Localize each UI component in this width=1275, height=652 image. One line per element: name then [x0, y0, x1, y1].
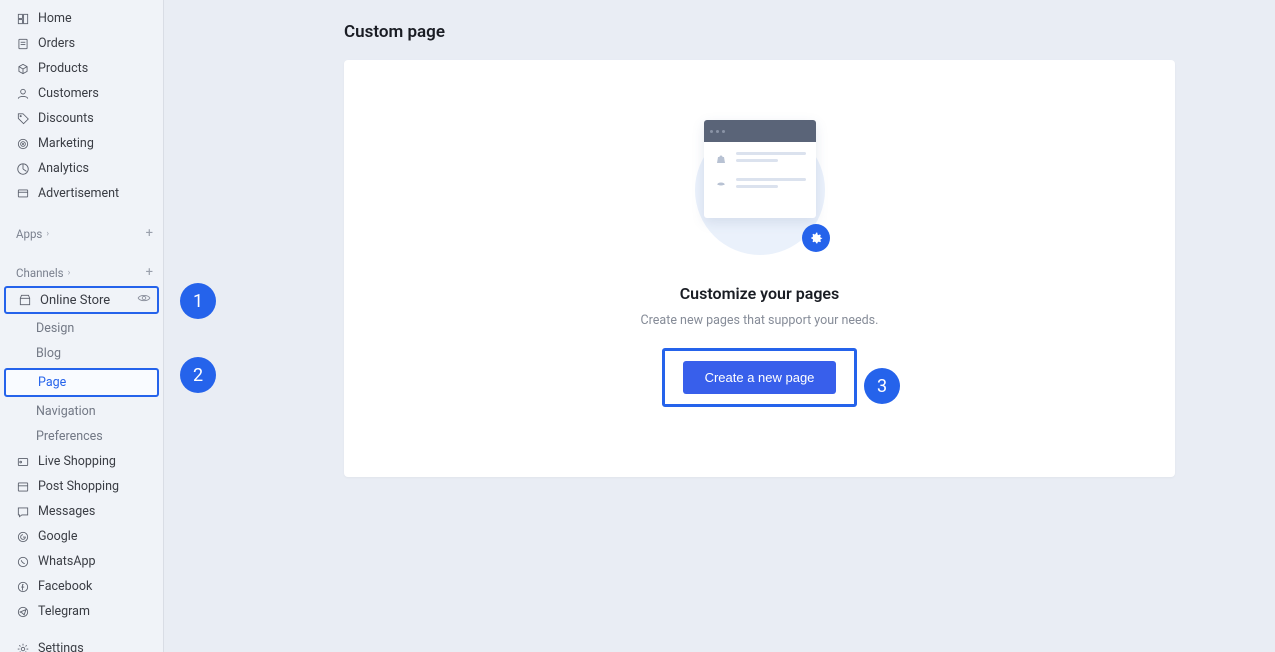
sidebar-item-google[interactable]: Google	[0, 524, 163, 549]
sidebar-item-telegram[interactable]: Telegram	[0, 599, 163, 624]
create-button-highlight: Create a new page	[662, 348, 858, 407]
sidebar-item-facebook[interactable]: Facebook	[0, 574, 163, 599]
products-icon	[16, 62, 30, 76]
step-badge-2: 2	[180, 357, 216, 393]
sidebar: Home Orders Products Customers Discounts…	[0, 0, 164, 652]
store-icon	[18, 293, 32, 307]
add-channel-button[interactable]: +	[146, 265, 153, 280]
add-app-button[interactable]: +	[146, 226, 153, 241]
sidebar-item-label: Orders	[38, 36, 75, 51]
facebook-icon	[16, 580, 30, 594]
sub-item-page[interactable]: Page	[4, 368, 159, 397]
sidebar-item-label: Facebook	[38, 579, 92, 594]
card-description: Create new pages that support your needs…	[641, 313, 879, 328]
main-content: Custom page	[164, 0, 1275, 652]
sidebar-item-marketing[interactable]: Marketing	[0, 131, 163, 156]
card-heading: Customize your pages	[680, 284, 840, 303]
step-badge-1: 1	[180, 283, 216, 319]
sidebar-item-label: Analytics	[38, 161, 89, 176]
sidebar-item-label: Marketing	[38, 136, 94, 151]
sidebar-item-home[interactable]: Home	[0, 6, 163, 31]
sub-item-blog[interactable]: Blog	[0, 341, 163, 366]
section-apps[interactable]: Apps › +	[0, 222, 163, 245]
messages-icon	[16, 505, 30, 519]
discounts-icon	[16, 112, 30, 126]
google-icon	[16, 530, 30, 544]
gear-icon	[16, 642, 30, 652]
sidebar-item-products[interactable]: Products	[0, 56, 163, 81]
sidebar-item-whatsapp[interactable]: WhatsApp	[0, 549, 163, 574]
post-icon	[16, 480, 30, 494]
sidebar-item-label: Advertisement	[38, 186, 119, 201]
sub-item-design[interactable]: Design	[0, 316, 163, 341]
live-icon	[16, 455, 30, 469]
sidebar-item-messages[interactable]: Messages	[0, 499, 163, 524]
chevron-right-icon: ›	[68, 268, 71, 278]
analytics-icon	[16, 162, 30, 176]
sidebar-item-label: Live Shopping	[38, 454, 116, 469]
sidebar-item-label: Messages	[38, 504, 95, 519]
sidebar-item-advertisement[interactable]: Advertisement	[0, 181, 163, 206]
illustration	[690, 120, 830, 260]
sidebar-item-label: Post Shopping	[38, 479, 119, 494]
empty-state-card: Customize your pages Create new pages th…	[344, 60, 1175, 477]
sidebar-item-label: WhatsApp	[38, 554, 96, 569]
telegram-icon	[16, 605, 30, 619]
sidebar-item-label: Google	[38, 529, 77, 544]
sidebar-item-label: Customers	[38, 86, 99, 101]
sidebar-item-label: Home	[38, 11, 72, 26]
section-label: Apps	[16, 227, 42, 241]
create-new-page-button[interactable]: Create a new page	[683, 361, 837, 394]
sidebar-item-post-shopping[interactable]: Post Shopping	[0, 474, 163, 499]
advertisement-icon	[16, 187, 30, 201]
whatsapp-icon	[16, 555, 30, 569]
sub-item-preferences[interactable]: Preferences	[0, 424, 163, 449]
sidebar-item-label: Telegram	[38, 604, 90, 619]
orders-icon	[16, 37, 30, 51]
marketing-icon	[16, 137, 30, 151]
sidebar-item-label: Settings	[38, 641, 84, 652]
sidebar-item-label: Online Store	[40, 293, 110, 308]
sidebar-item-label: Products	[38, 61, 88, 76]
eye-icon[interactable]	[137, 291, 151, 309]
sidebar-item-live-shopping[interactable]: Live Shopping	[0, 449, 163, 474]
home-icon	[16, 12, 30, 26]
sidebar-item-online-store[interactable]: Online Store	[4, 286, 159, 314]
sidebar-item-analytics[interactable]: Analytics	[0, 156, 163, 181]
chevron-right-icon: ›	[46, 229, 49, 239]
section-label: Channels	[16, 266, 64, 280]
sidebar-item-label: Discounts	[38, 111, 94, 126]
step-badge-3: 3	[864, 368, 900, 404]
page-title: Custom page	[184, 0, 1255, 60]
sidebar-item-settings[interactable]: Settings	[0, 636, 163, 652]
customers-icon	[16, 87, 30, 101]
section-channels[interactable]: Channels › +	[0, 261, 163, 284]
sidebar-item-customers[interactable]: Customers	[0, 81, 163, 106]
gear-badge-icon	[802, 224, 830, 252]
sidebar-item-orders[interactable]: Orders	[0, 31, 163, 56]
sidebar-item-discounts[interactable]: Discounts	[0, 106, 163, 131]
sub-item-navigation[interactable]: Navigation	[0, 399, 163, 424]
